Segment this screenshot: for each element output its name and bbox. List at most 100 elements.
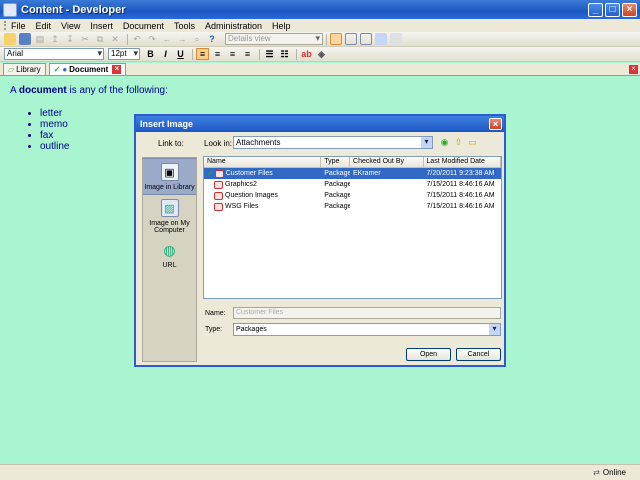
dialog-title: Insert Image [140,119,194,129]
menu-document[interactable]: Document [123,21,164,31]
type-select[interactable]: Packages ▾ [233,323,501,336]
up-folder-icon[interactable]: ⇧ [453,137,464,148]
column-name[interactable]: Name [204,157,322,167]
intro-suffix: is any of the following: [66,85,168,96]
row-name: Question Images [225,192,278,199]
close-window-button[interactable]: × [622,2,637,17]
align-right-icon[interactable]: ≡ [226,49,239,59]
open-folder-icon[interactable] [4,33,16,45]
layout-split-horizontal-icon[interactable] [345,33,357,45]
dialog-close-button[interactable]: × [489,118,502,130]
row-checked-out-by: EKramer [353,170,381,177]
format-toolbar: Arial 12pt B I U ≡ ≡ ≡ ≡ ☰ ☷ ab ◈ [0,47,640,62]
window-title: Content - Developer [21,3,126,16]
close-document-icon[interactable]: × [629,65,638,74]
open-button[interactable]: Open [406,348,451,361]
row-checked-out-by [350,190,424,201]
close-tab-icon[interactable]: × [112,65,122,74]
status-text: Online [602,468,626,477]
help-icon[interactable]: ? [206,33,218,45]
menu-edit[interactable]: Edit [36,21,52,31]
checkout-icon[interactable]: ↧ [64,33,76,45]
insert-image-dialog: Insert Image × Link to: Look in: Attachm… [134,114,506,367]
chevron-down-icon[interactable]: ▾ [421,137,432,148]
checkin-icon[interactable]: ↥ [49,33,61,45]
forward-icon[interactable]: → [176,33,188,45]
layout-single-icon[interactable] [330,33,342,45]
justify-icon[interactable]: ≡ [241,49,254,59]
globe-icon: ● [62,65,68,74]
cut-icon[interactable]: ✂ [79,33,91,45]
row-date: 7/15/2011 8:46:16 AM [426,181,495,188]
document-intro: A document is any of the following: [10,85,630,96]
cancel-button[interactable]: Cancel [456,348,501,361]
print-icon[interactable]: ▤ [34,33,46,45]
file-list[interactable]: Name Type Checked Out By Last Modified D… [203,156,502,299]
package-icon [214,191,223,200]
preferences-icon[interactable] [390,33,402,45]
minimize-button[interactable]: _ [588,2,603,17]
column-checked-out-by[interactable]: Checked Out By [350,157,424,167]
redo-icon[interactable]: ↷ [146,33,158,45]
table-row[interactable]: Graphics2 Package 7/15/2011 8:46:16 AM [204,179,501,190]
save-icon[interactable] [19,33,31,45]
table-row[interactable]: WSG Files Package 7/15/2011 8:46:16 AM [204,201,501,212]
back-icon[interactable]: ◉ [439,137,450,148]
copy-icon[interactable]: ⧉ [94,33,106,45]
bold-button[interactable]: B [144,49,157,59]
name-field[interactable]: Customer Files [233,307,501,319]
align-center-icon[interactable]: ≡ [211,49,224,59]
table-row[interactable]: ✓ Customer Files Package EKramer 7/20/201… [204,168,501,179]
type-label: Type: [205,326,223,333]
view-select[interactable]: Details view [225,33,323,45]
library-icon: ▱ [8,65,15,74]
name-label: Name: [205,310,226,317]
column-type[interactable]: Type [321,157,351,167]
undo-icon[interactable]: ↶ [131,33,143,45]
link-to-sidebar: ▣ Image in Library ▨ Image on My Compute… [142,157,197,362]
back-icon[interactable]: ← [161,33,173,45]
network-icon: ⇄ [593,468,600,477]
tab-label: Library [16,65,41,74]
look-in-select[interactable]: Attachments ▾ [233,136,433,149]
new-folder-icon[interactable]: ▭ [467,137,478,148]
numbered-list-icon[interactable]: ☷ [278,49,291,60]
column-last-modified[interactable]: Last Modified Date [424,157,501,167]
row-date: 7/20/2011 9:23:38 AM [426,170,495,177]
fill-color-icon[interactable]: ◈ [315,49,328,60]
align-left-icon[interactable]: ≡ [196,48,209,60]
maximize-button[interactable]: □ [605,2,620,17]
table-row[interactable]: Question Images Package 7/15/2011 8:46:1… [204,190,501,201]
dialog-titlebar: Insert Image × [136,116,504,132]
tab-document[interactable]: ✓ ● Document × [48,63,127,75]
find-icon[interactable]: ⌕ [191,33,203,45]
underline-button[interactable]: U [174,49,187,59]
sidebar-item-url[interactable]: ◍ URL [143,237,196,272]
sidebar-item-image-in-library[interactable]: ▣ Image in Library [143,158,196,195]
font-select[interactable]: Arial [4,48,104,60]
italic-button[interactable]: I [159,49,172,59]
sidebar-item-image-on-computer[interactable]: ▨ Image on My Computer [143,195,196,237]
bullet-list-icon[interactable]: ☰ [263,49,276,60]
spellcheck-icon[interactable]: ab [300,49,313,59]
main-toolbar: ▤ ↥ ↧ ✂ ⧉ ✕ ↶ ↷ ← → ⌕ ? Details view [0,32,640,47]
delete-icon[interactable]: ✕ [109,33,121,45]
menu-file[interactable]: File [11,21,26,31]
tab-library[interactable]: ▱ Library [3,63,46,75]
layout-split-vertical-icon[interactable] [360,33,372,45]
properties-icon[interactable] [375,33,387,45]
row-type: Package [324,192,351,199]
look-in-nav: ◉ ⇧ ▭ [439,137,481,148]
link-to-label: Link to: [158,139,184,148]
font-size-select[interactable]: 12pt [108,48,140,60]
menu-help[interactable]: Help [272,21,291,31]
checkmark-icon: ✓ [207,169,214,178]
tab-label: Document [69,65,109,74]
chevron-down-icon[interactable]: ▾ [489,324,500,335]
menu-administration[interactable]: Administration [205,21,262,31]
toolbar-separator [127,33,128,45]
app-icon [3,2,17,17]
menu-insert[interactable]: Insert [90,21,113,31]
menu-view[interactable]: View [61,21,80,31]
menu-tools[interactable]: Tools [174,21,195,31]
